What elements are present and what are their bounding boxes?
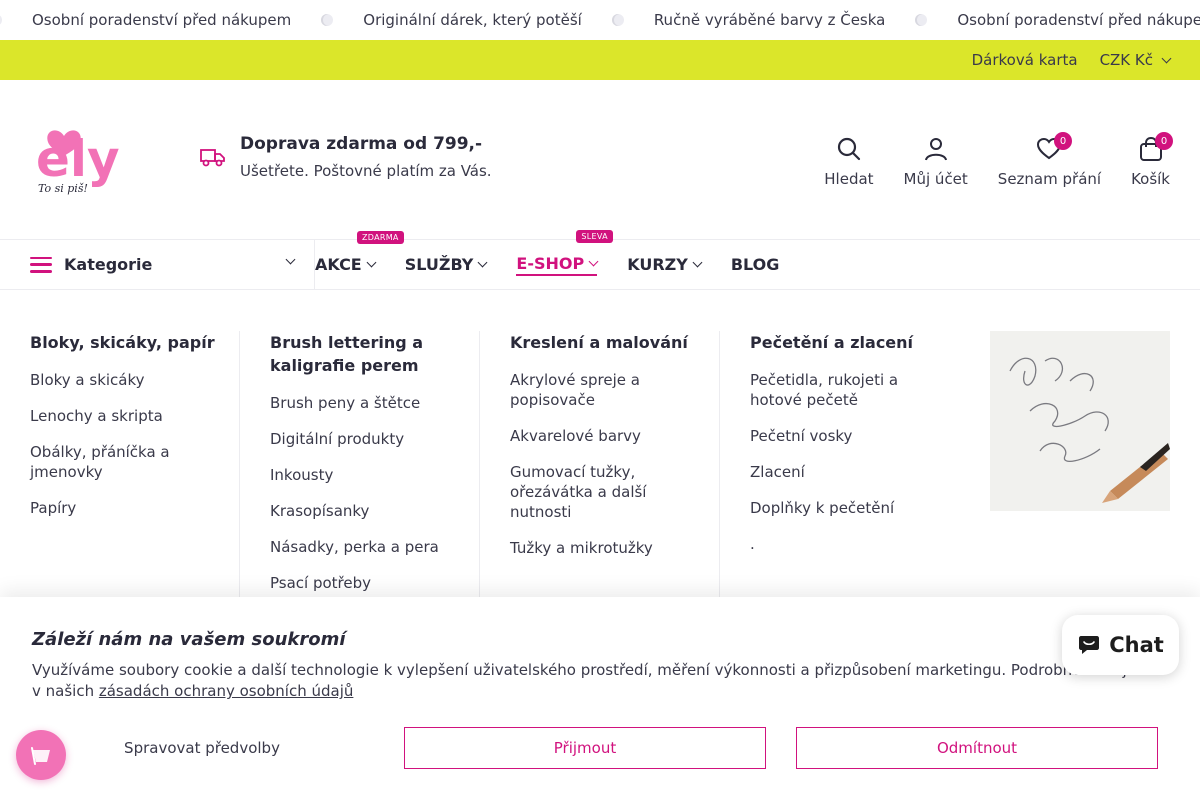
menu-link[interactable]: Papíry [30, 498, 219, 518]
marquee-item: Osobní poradenství před nákupem [957, 11, 1200, 29]
account-label: Můj účet [903, 170, 968, 188]
cookie-actions: Spravovat předvolby Přijmout Odmítnout [32, 727, 1158, 769]
nav-item-sluzby[interactable]: SLUŽBY [404, 255, 488, 274]
user-icon [924, 138, 947, 161]
mega-column-paper: Bloky, skicáky, papír Bloky a skicáky Le… [0, 331, 240, 631]
decline-button[interactable]: Odmítnout [796, 727, 1158, 769]
marquee-dot-lead [0, 0, 32, 40]
marquee-item: Originální dárek, který potěší [363, 0, 654, 40]
wishlist-button[interactable]: 0 Seznam přání [997, 132, 1102, 188]
menu-link[interactable]: Bloky a skicáky [30, 370, 219, 390]
gift-card-link[interactable]: Dárková karta [972, 51, 1078, 69]
chevron-down-icon [1161, 53, 1172, 63]
chat-bubble-icon [1079, 636, 1100, 654]
cookie-text: Využíváme soubory cookie a další technol… [32, 661, 1161, 700]
menu-link[interactable]: Zlacení [750, 462, 940, 482]
accept-button[interactable]: Přijmout [404, 727, 766, 769]
svg-text:ely: ely [36, 130, 120, 188]
menu-link[interactable]: Psací potřeby [270, 573, 459, 593]
search-button[interactable]: Hledat [824, 136, 874, 188]
marquee-item: Osobní poradenství před nákupem [32, 0, 363, 40]
menu-link[interactable]: Gumovací tužky, ořezávátka a další nutno… [510, 462, 699, 522]
menu-link[interactable]: Lenochy a skripta [30, 406, 219, 426]
chevron-down-icon [477, 257, 488, 268]
wishlist-count-badge: 0 [1054, 132, 1073, 150]
shipping-subtitle: Ušetřete. Poštovné platím za Vás. [240, 162, 492, 180]
shipping-promo: Doprava zdarma od 799,- Ušetřete. Poštov… [200, 134, 492, 180]
search-label: Hledat [824, 170, 874, 188]
menu-link[interactable]: Pečetní vosky [750, 426, 940, 446]
nav-item-blog[interactable]: BLOG [731, 255, 780, 274]
nav-item-label: KURZY [627, 255, 688, 274]
menu-link[interactable]: Digitální produkty [270, 429, 459, 449]
menu-link[interactable]: Tužky a mikrotužky [510, 538, 699, 558]
nav-item-eshop[interactable]: SLEVA E-SHOP [516, 229, 613, 276]
menu-link[interactable]: . [750, 534, 940, 554]
categories-toggle[interactable]: Kategorie [0, 239, 315, 290]
column-title[interactable]: Pečetění a zlacení [750, 331, 940, 354]
menu-link[interactable]: Doplňky k pečetění [750, 498, 940, 518]
categories-label: Kategorie [64, 255, 153, 274]
svg-text:To si piš!: To si piš! [38, 182, 88, 195]
nav-item-label: BLOG [730, 255, 780, 274]
main-navigation: Kategorie ZDARMA AKCE SLUŽBY SLEVA E-SHO… [0, 229, 1200, 290]
manage-preferences-button[interactable]: Spravovat předvolby [32, 739, 372, 757]
chevron-down-icon [366, 257, 377, 268]
menu-link[interactable]: Inkousty [270, 465, 459, 485]
menu-link[interactable]: Pečetidla, rukojeti a hotové pečetě [750, 370, 940, 410]
calligraphy-promo-image[interactable] [990, 331, 1170, 511]
nav-item-label: E-SHOP [516, 253, 585, 273]
nav-item-label: AKCE [315, 255, 362, 274]
site-header: ely To si piš! Doprava zdarma od 799,- U… [0, 80, 1200, 240]
column-title[interactable]: Bloky, skicáky, papír [30, 331, 219, 354]
column-title[interactable]: Kreslení a malování [510, 331, 699, 354]
ely-logo[interactable]: ely To si piš! [36, 122, 146, 198]
flag-icon [31, 747, 50, 765]
menu-link[interactable]: Krasopísanky [270, 501, 459, 521]
menu-link[interactable]: Akrylové spreje a popisovače [510, 370, 699, 410]
currency-selector[interactable]: CZK Kč [1100, 51, 1172, 69]
search-icon [837, 137, 861, 161]
chevron-down-icon [588, 256, 599, 266]
chat-widget-button[interactable]: Chat [1062, 615, 1179, 675]
cart-label: Košík [1131, 170, 1170, 188]
header-actions: Hledat Můj účet 0 Seznam přání 0 Košík [824, 132, 1173, 188]
wishlist-label: Seznam přání [997, 170, 1102, 188]
cookie-consent-banner: Záleží nám na vašem soukromí Využíváme s… [0, 597, 1200, 800]
hamburger-icon [30, 256, 52, 273]
cookie-title: Záleží nám na vašem soukromí [32, 629, 346, 650]
nav-tag-zdarma: ZDARMA [357, 231, 404, 244]
nav-item-label: SLUŽBY [404, 255, 474, 274]
chevron-down-icon [692, 257, 703, 268]
truck-icon [200, 149, 225, 167]
account-button[interactable]: Můj účet [904, 136, 968, 188]
floating-action-button[interactable] [16, 730, 66, 780]
mega-column-sealing: Pečetění a zlacení Pečetidla, rukojeti a… [720, 331, 960, 631]
menu-link[interactable]: Brush peny a štětce [270, 393, 459, 413]
cart-count-badge: 0 [1155, 132, 1173, 150]
chevron-down-icon [285, 254, 296, 264]
utility-bar: Dárková karta CZK Kč [0, 40, 1200, 80]
marquee-item: Ručně vyráběné barvy z Česka [654, 0, 958, 40]
nav-item-akce[interactable]: ZDARMA AKCE [315, 231, 404, 274]
menu-link[interactable]: Obálky, přáníčka a jmenovky [30, 442, 219, 482]
announcement-marquee: Osobní poradenství před nákupem Originál… [0, 0, 1200, 40]
nav-item-kurzy[interactable]: KURZY [627, 255, 703, 274]
mega-column-drawing: Kreslení a malování Akrylové spreje a po… [480, 331, 720, 631]
cart-button[interactable]: 0 Košík [1131, 132, 1173, 188]
menu-link[interactable]: Akvarelové barvy [510, 426, 699, 446]
chat-label: Chat [1109, 633, 1164, 657]
nav-tag-sleva: SLEVA [576, 229, 613, 243]
privacy-policy-link[interactable]: zásadách ochrany osobních údajů [99, 682, 354, 700]
shipping-title: Doprava zdarma od 799,- [240, 134, 483, 154]
menu-link[interactable]: Násadky, perka a pera [270, 537, 459, 557]
column-title[interactable]: Brush lettering a kaligrafie perem [270, 331, 459, 377]
mega-column-lettering: Brush lettering a kaligrafie perem Brush… [240, 331, 480, 631]
nav-items: ZDARMA AKCE SLUŽBY SLEVA E-SHOP KURZY BL… [315, 229, 780, 276]
